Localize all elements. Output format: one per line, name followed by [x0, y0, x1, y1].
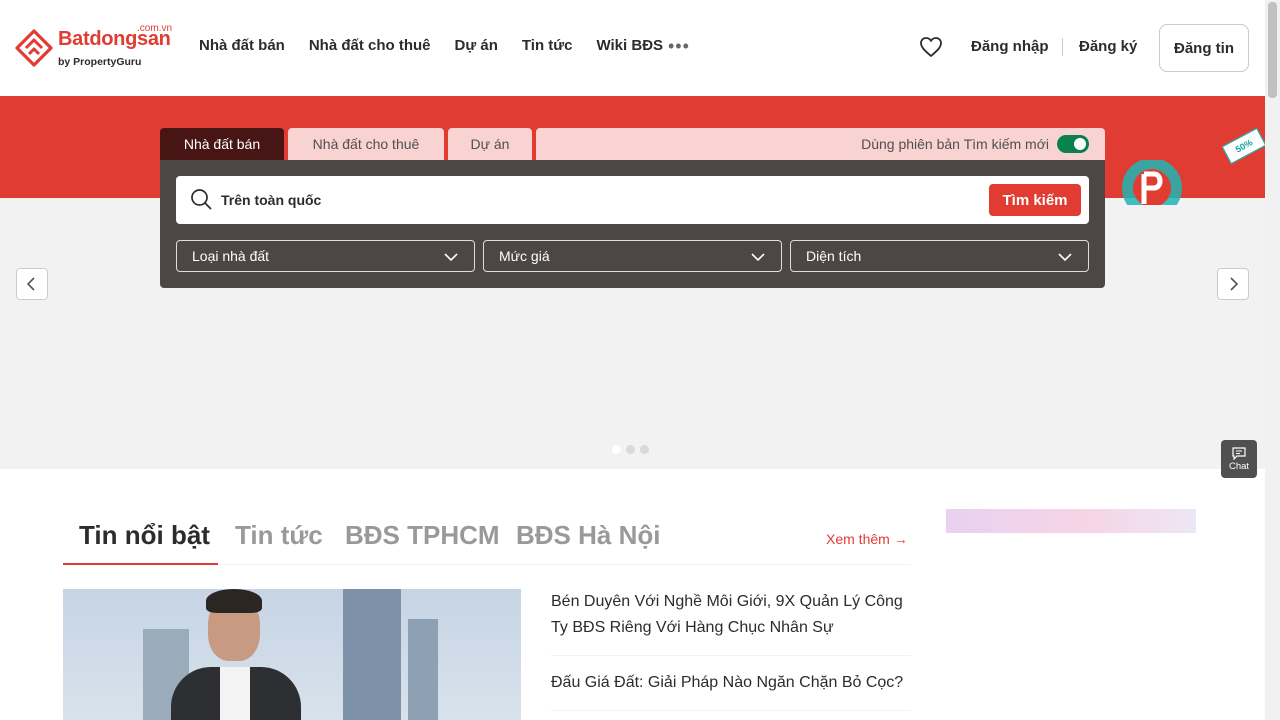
see-more-link[interactable]: Xem thêm → [826, 531, 908, 547]
building-shape [343, 589, 401, 720]
page: Batdongsan .com.vn by PropertyGuru Nhà đ… [0, 0, 1280, 720]
divider [1062, 38, 1063, 56]
main-nav: Nhà đất bán Nhà đất cho thuê Dự án Tin t… [199, 37, 687, 54]
chevron-left-icon [26, 277, 35, 291]
carousel-prev-button[interactable] [16, 268, 48, 300]
logo-subtitle: by PropertyGuru [58, 56, 142, 68]
building-shape [408, 619, 438, 720]
heart-icon[interactable] [919, 36, 943, 58]
tab-bds-ha-noi[interactable]: BĐS Hà Nội [516, 520, 660, 551]
chat-label: Chat [1228, 460, 1250, 472]
nav-item-wiki-bds[interactable]: Wiki BĐS [596, 37, 663, 54]
toggle-knob [1074, 138, 1086, 150]
logo-icon [15, 29, 53, 67]
tab-tin-noi-bat[interactable]: Tin nổi bật [79, 520, 210, 551]
login-link[interactable]: Đăng nhập [971, 38, 1049, 55]
nav-item-nha-dat-ban[interactable]: Nhà đất bán [199, 37, 285, 54]
search-box: Nhà đất bán Nhà đất cho thuê Dự án Dùng … [160, 128, 1105, 288]
chat-icon [1232, 446, 1246, 460]
location-value: Trên toàn quốc [221, 192, 322, 208]
location-search-input[interactable]: Trên toàn quốc Tìm kiếm [176, 176, 1089, 224]
new-search-version-bar: Dùng phiên bản Tìm kiếm mới [536, 128, 1105, 160]
carousel-dot[interactable] [612, 445, 621, 454]
new-search-version-toggle[interactable] [1057, 135, 1089, 153]
featured-article-image[interactable] [63, 589, 521, 720]
nav-item-tin-tuc[interactable]: Tin tức [522, 37, 573, 54]
tab-tin-tuc[interactable]: Tin tức [235, 520, 323, 551]
nav-item-du-an[interactable]: Dự án [455, 37, 498, 54]
carousel-next-button[interactable] [1217, 268, 1249, 300]
chevron-right-icon [1230, 277, 1239, 291]
active-tab-underline [63, 563, 218, 565]
post-listing-button[interactable]: Đăng tin [1159, 24, 1249, 72]
search-tabs: Nhà đất bán Nhà đất cho thuê Dự án Dùng … [160, 128, 1105, 160]
news-item[interactable]: Đấu Giá Đất: Giải Pháp Nào Ngăn Chặn Bỏ … [551, 670, 911, 711]
logo-tld: .com.vn [137, 23, 173, 34]
search-panel: Trên toàn quốc Tìm kiếm Loại nhà đất Mức… [160, 160, 1105, 288]
see-more-label: Xem thêm [826, 531, 890, 547]
register-link[interactable]: Đăng ký [1079, 38, 1137, 55]
tab-bds-tphcm[interactable]: BĐS TPHCM [345, 520, 500, 551]
chevron-down-icon [444, 253, 458, 262]
new-search-version-label: Dùng phiên bản Tìm kiếm mới [861, 136, 1049, 152]
chevron-down-icon [751, 253, 765, 262]
arrow-right-icon: → [893, 531, 908, 547]
price-select[interactable]: Mức giá [483, 240, 782, 272]
site-logo[interactable]: Batdongsan .com.vn by PropertyGuru [14, 23, 179, 70]
more-horizontal-icon[interactable]: ••• [668, 36, 690, 57]
person-hair [206, 589, 262, 613]
promo-graphic [1122, 160, 1182, 205]
nav-item-nha-dat-cho-thue[interactable]: Nhà đất cho thuê [309, 37, 431, 54]
site-header: Batdongsan .com.vn by PropertyGuru Nhà đ… [0, 0, 1265, 96]
carousel-dot[interactable] [640, 445, 649, 454]
person-shirt [220, 667, 250, 720]
tab-nha-dat-ban[interactable]: Nhà đất bán [160, 128, 284, 160]
scrollbar-thumb[interactable] [1268, 2, 1277, 98]
news-item[interactable]: Bén Duyên Với Nghề Môi Giới, 9X Quản Lý … [551, 589, 911, 656]
area-select[interactable]: Diện tích [790, 240, 1089, 272]
chevron-down-icon [1058, 253, 1072, 262]
ad-banner[interactable] [946, 509, 1196, 533]
tab-nha-dat-cho-thue[interactable]: Nhà đất cho thuê [288, 128, 444, 160]
chat-button[interactable]: Chat [1221, 440, 1257, 478]
search-icon [191, 189, 212, 210]
property-type-label: Loại nhà đất [192, 248, 270, 264]
carousel-dot[interactable] [626, 445, 635, 454]
carousel-dots [612, 445, 649, 454]
property-type-select[interactable]: Loại nhà đất [176, 240, 475, 272]
price-label: Mức giá [499, 248, 550, 264]
news-tabs: Tin nổi bật Tin tức BĐS TPHCM BĐS Hà Nội… [63, 518, 911, 565]
tab-du-an[interactable]: Dự án [448, 128, 532, 160]
area-label: Diện tích [806, 248, 862, 264]
page-scrollbar[interactable] [1265, 0, 1280, 720]
search-button[interactable]: Tìm kiếm [989, 184, 1081, 216]
